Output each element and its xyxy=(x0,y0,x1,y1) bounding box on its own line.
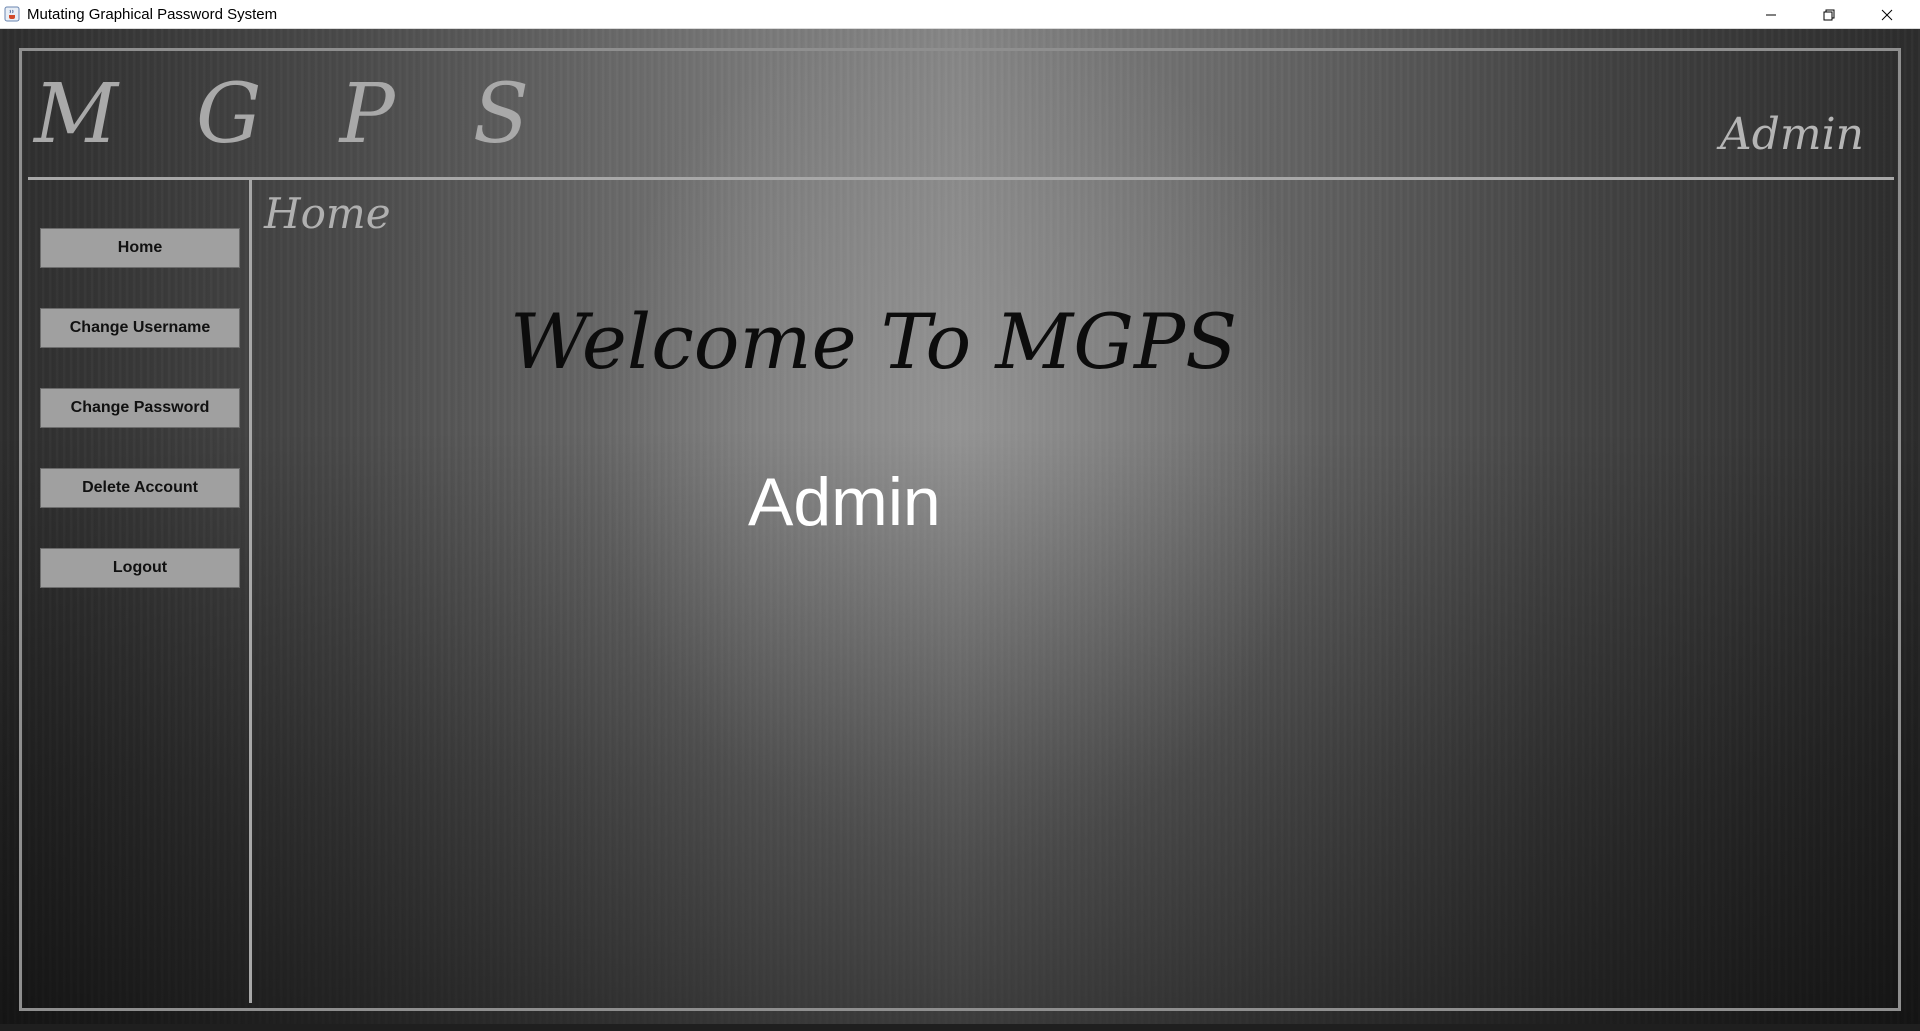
home-button[interactable]: Home xyxy=(40,228,240,268)
app-content: M G P S Admin Home Home Change Username … xyxy=(0,29,1920,1031)
welcome-heading: Welcome To MGPS xyxy=(510,297,1238,386)
close-button[interactable] xyxy=(1858,0,1916,29)
app-logo: M G P S xyxy=(34,67,556,162)
minimize-icon xyxy=(1766,14,1776,15)
bottom-edge xyxy=(0,1024,1920,1031)
sidebar-divider xyxy=(249,179,252,1003)
page-title: Home xyxy=(264,189,391,238)
minimize-button[interactable] xyxy=(1742,0,1800,29)
restore-button[interactable] xyxy=(1800,0,1858,29)
window-title: Mutating Graphical Password System xyxy=(27,6,278,23)
header-divider xyxy=(28,177,1894,180)
close-icon xyxy=(1881,9,1893,20)
change-password-button[interactable]: Change Password xyxy=(40,388,240,428)
delete-account-button[interactable]: Delete Account xyxy=(40,468,240,508)
window-titlebar: Mutating Graphical Password System xyxy=(0,0,1920,29)
header-username: Admin xyxy=(1719,109,1864,160)
welcome-username: Admin xyxy=(748,464,941,540)
restore-icon xyxy=(1823,9,1835,20)
logout-button[interactable]: Logout xyxy=(40,548,240,588)
change-username-button[interactable]: Change Username xyxy=(40,308,240,348)
java-cup-icon xyxy=(4,6,20,22)
